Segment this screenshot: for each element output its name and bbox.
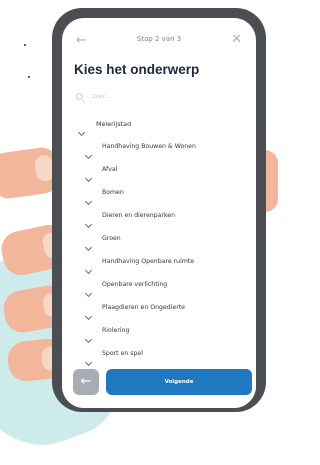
list-item[interactable]: Openbare verlichting (62, 275, 256, 298)
close-icon[interactable]: ✕ (231, 33, 242, 47)
list-item-label: Riolering (102, 327, 130, 334)
topic-list: Meierijstad Handhaving Bouwen & Wonen Af… (62, 114, 256, 374)
back-button[interactable]: ← (73, 369, 99, 395)
step-header: ← Stap 2 van 3 ✕ (62, 32, 256, 52)
list-item[interactable]: Handhaving Openbare ruimte (62, 252, 256, 275)
chevron-down-icon (84, 335, 93, 344)
chevron-down-icon (84, 220, 93, 229)
phone-screen: ← Stap 2 van 3 ✕ Kies het onderwerp Meie… (62, 18, 256, 408)
chevron-down-icon (84, 197, 93, 206)
decor-dot (28, 76, 30, 78)
list-item-label: Openbare verlichting (102, 281, 168, 288)
list-item-label: Bomen (102, 189, 124, 196)
list-item[interactable]: Groen (62, 229, 256, 252)
chevron-down-icon (84, 358, 93, 367)
step-indicator: Stap 2 van 3 (136, 35, 182, 43)
list-item[interactable]: Sport en spel (62, 344, 256, 367)
list-item[interactable]: Plaagdieren en Ongedierte (62, 298, 256, 321)
list-item-label: Afval (102, 166, 118, 173)
search-input[interactable] (92, 91, 232, 103)
list-item[interactable]: Dieren en dierenparken (62, 206, 256, 229)
chevron-down-icon (84, 289, 93, 298)
list-item[interactable]: Afval (62, 160, 256, 183)
next-button[interactable]: Volgende (106, 369, 252, 395)
decor-dot (24, 44, 26, 46)
list-group-label: Meierijstad (96, 120, 132, 128)
list-item-label: Groen (102, 235, 121, 242)
chevron-down-icon (84, 151, 93, 160)
list-item-label: Plaagdieren en Ongedierte (102, 304, 185, 311)
list-item[interactable]: Bomen (62, 183, 256, 206)
search-bar (76, 91, 244, 105)
chevron-down-icon (77, 128, 86, 137)
list-item[interactable]: Handhaving Bouwen & Wonen (62, 137, 256, 160)
chevron-down-icon (84, 312, 93, 321)
chevron-down-icon (84, 174, 93, 183)
footer-actions: ← Volgende (62, 366, 256, 408)
chevron-down-icon (84, 266, 93, 275)
search-icon (76, 93, 83, 100)
list-item[interactable]: Riolering (62, 321, 256, 344)
list-item-label: Dieren en dierenparken (102, 212, 176, 219)
page-title: Kies het onderwerp (74, 62, 200, 77)
list-item-label: Sport en spel (102, 350, 143, 357)
chevron-down-icon (84, 243, 93, 252)
list-group-meierijstad[interactable]: Meierijstad (62, 114, 256, 137)
list-item-label: Handhaving Bouwen & Wonen (102, 143, 196, 150)
list-item-label: Handhaving Openbare ruimte (102, 258, 195, 265)
phone-frame: ← Stap 2 van 3 ✕ Kies het onderwerp Meie… (52, 8, 266, 412)
